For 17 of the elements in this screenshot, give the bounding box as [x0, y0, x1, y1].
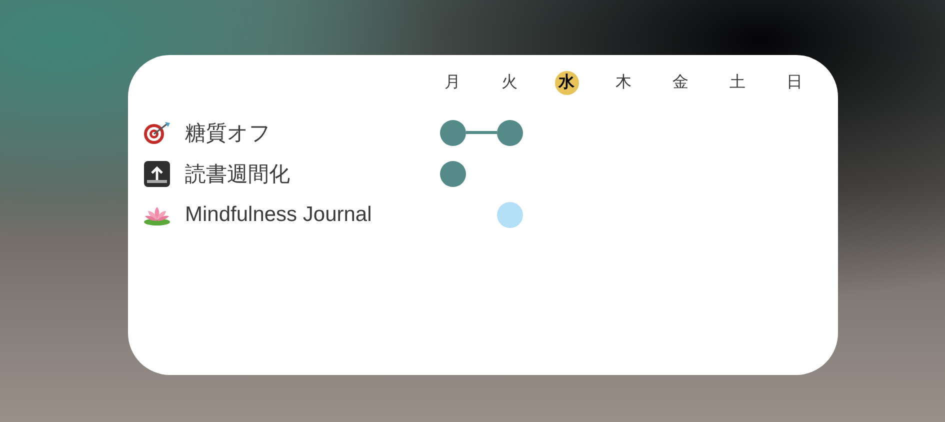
target-icon — [143, 120, 171, 144]
streak-connector — [466, 131, 496, 134]
habit-name[interactable]: 糖質オフ — [185, 118, 271, 146]
habit-name[interactable]: Mindfulness Journal — [185, 202, 372, 226]
completion-dot[interactable] — [440, 160, 466, 186]
day-label: 火 — [500, 72, 518, 93]
completion-dot[interactable] — [496, 120, 522, 146]
day-label: 土 — [728, 72, 746, 93]
day-label: 木 — [614, 72, 632, 93]
upload-icon — [144, 160, 170, 186]
day-label: 月 — [444, 73, 462, 93]
habit-name[interactable]: 読書週間化 — [185, 160, 290, 188]
day-label: 金 — [672, 73, 690, 93]
completion-dot[interactable] — [440, 120, 466, 146]
completion-dot[interactable] — [496, 202, 522, 228]
day-label: 日 — [786, 73, 804, 93]
today-day-label: 水 — [554, 71, 578, 95]
